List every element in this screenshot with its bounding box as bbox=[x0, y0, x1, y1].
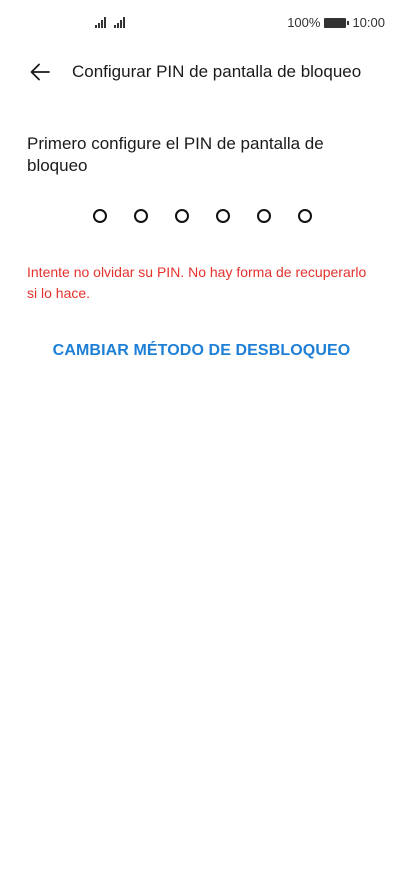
pin-dot bbox=[134, 209, 148, 223]
battery-icon bbox=[324, 17, 350, 28]
pin-dot bbox=[257, 209, 271, 223]
change-unlock-method-button[interactable]: CAMBIAR MÉTODO DE DESBLOQUEO bbox=[0, 342, 403, 360]
pin-entry-indicator bbox=[93, 209, 312, 223]
instruction-text: Primero configure el PIN de pantalla de … bbox=[27, 134, 324, 175]
signal-strength-icon bbox=[95, 16, 106, 28]
pin-dot bbox=[216, 209, 230, 223]
back-button[interactable] bbox=[26, 58, 54, 86]
pin-dot bbox=[175, 209, 189, 223]
status-right: 100% 10:00 bbox=[287, 15, 385, 30]
warning-text: Intente no olvidar su PIN. No hay forma … bbox=[27, 264, 367, 301]
pin-dot bbox=[93, 209, 107, 223]
status-bar: 100% 10:00 bbox=[0, 0, 403, 48]
battery-percent: 100% bbox=[287, 15, 321, 30]
signal-indicators bbox=[95, 16, 125, 28]
header: Configurar PIN de pantalla de bloqueo bbox=[0, 56, 403, 88]
clock: 10:00 bbox=[352, 15, 385, 30]
pin-dot bbox=[298, 209, 312, 223]
arrow-left-icon bbox=[30, 63, 50, 81]
page-title: Configurar PIN de pantalla de bloqueo bbox=[72, 62, 362, 81]
signal-strength-icon bbox=[114, 16, 125, 28]
